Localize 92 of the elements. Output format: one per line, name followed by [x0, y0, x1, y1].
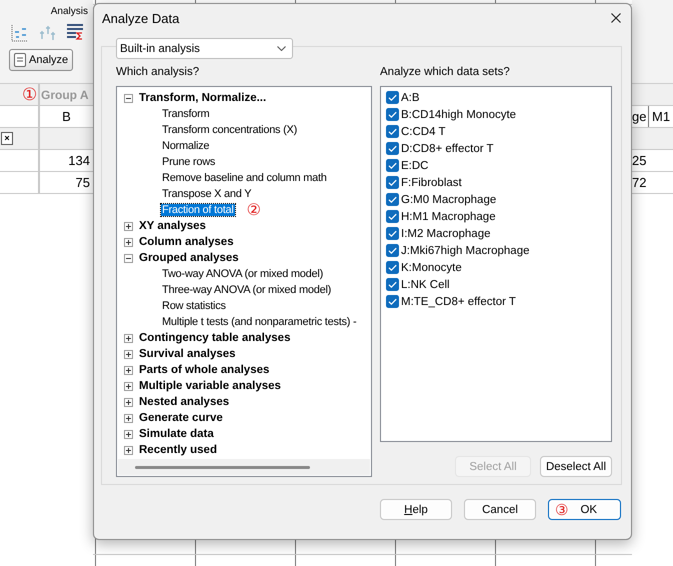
- step-number: ②: [246, 202, 261, 218]
- tree-group[interactable]: XY analyses: [139, 220, 206, 232]
- tree-group[interactable]: Column analyses: [139, 236, 234, 248]
- tree-group[interactable]: Nested analyses: [139, 396, 230, 408]
- tree-item[interactable]: Two-way ANOVA (or mixed model): [161, 268, 324, 280]
- horizontal-scrollbar[interactable]: [118, 459, 370, 475]
- clear-button[interactable]: ×: [1, 132, 13, 145]
- checkbox[interactable]: [386, 108, 399, 121]
- column-title: M1: [652, 109, 670, 124]
- tree-item[interactable]: Multiple t tests (and nonparametric tests) -: [161, 316, 358, 328]
- data-set-label: C:CD4 T: [401, 126, 446, 138]
- tree-item[interactable]: Normalize: [161, 140, 210, 152]
- checkbox[interactable]: [386, 142, 399, 155]
- analysis-type-dropdown[interactable]: Built-in analysis: [116, 38, 293, 59]
- step-number: ③: [555, 502, 568, 518]
- step-number: ①: [22, 86, 38, 104]
- data-set-label: L:NK Cell: [401, 278, 450, 290]
- close-icon: [611, 13, 621, 23]
- checkbox[interactable]: [386, 295, 399, 308]
- window-title: Analyze Data: [102, 10, 180, 26]
- checkbox[interactable]: [386, 261, 399, 274]
- checkbox[interactable]: [386, 159, 399, 172]
- data-set-label: A:B: [401, 92, 420, 104]
- data-set-label: G:M0 Macrophage: [401, 194, 496, 206]
- ok-button[interactable]: ③ OK: [548, 499, 621, 520]
- chevron-down-icon: [277, 46, 286, 51]
- analysis-tree[interactable]: [116, 86, 372, 477]
- column-title: B: [62, 109, 71, 124]
- expand-icon[interactable]: [124, 414, 133, 422]
- tree-item[interactable]: Fraction of total: [161, 204, 235, 216]
- tree-group[interactable]: Recently used: [139, 444, 217, 456]
- data-set-label: B:CD14high Monocyte: [401, 108, 516, 120]
- checkbox[interactable]: [386, 244, 399, 257]
- collapse-icon[interactable]: [124, 254, 133, 262]
- table-cell: 72: [632, 175, 646, 190]
- checkbox[interactable]: [386, 210, 399, 223]
- tree-item[interactable]: Transpose X and Y: [161, 188, 252, 200]
- tree-group[interactable]: Transform, Normalize...: [139, 92, 266, 104]
- analyze-button[interactable]: Analyze: [9, 49, 74, 71]
- tree-group[interactable]: Multiple variable analyses: [139, 380, 281, 392]
- checkbox[interactable]: [386, 278, 399, 291]
- tree-group[interactable]: Simulate data: [139, 428, 214, 440]
- sigma-table-icon: [66, 23, 84, 41]
- expand-icon[interactable]: [124, 222, 133, 230]
- cancel-button[interactable]: Cancel: [464, 499, 536, 520]
- expand-icon[interactable]: [124, 366, 133, 374]
- checkbox[interactable]: [386, 91, 399, 104]
- deselect-all-button[interactable]: Deselect All: [540, 456, 612, 477]
- expand-icon[interactable]: [124, 398, 133, 406]
- tree-group[interactable]: Survival analyses: [139, 348, 236, 360]
- section-label: Analyze which data sets?: [380, 66, 511, 79]
- help-button[interactable]: Help: [380, 499, 452, 520]
- checkbox[interactable]: [386, 193, 399, 206]
- collapse-icon[interactable]: [124, 94, 133, 102]
- table-cell: 75: [76, 175, 90, 190]
- tree-item[interactable]: Remove baseline and column math: [161, 172, 328, 184]
- close-button[interactable]: [611, 13, 621, 23]
- data-set-label: H:M1 Macrophage: [401, 210, 496, 222]
- table-cell: 134: [68, 153, 90, 168]
- tree-group[interactable]: Grouped analyses: [139, 252, 239, 264]
- expand-icon[interactable]: [124, 334, 133, 342]
- data-set-label: F:Fibroblast: [401, 176, 462, 188]
- xy-chart-icon: [10, 23, 30, 43]
- tree-item[interactable]: Transform concentrations (X): [161, 124, 298, 136]
- document-icon: [14, 53, 26, 67]
- tree-group[interactable]: Contingency table analyses: [139, 332, 290, 344]
- expand-icon[interactable]: [124, 350, 133, 358]
- data-set-label: I:M2 Macrophage: [401, 228, 490, 240]
- data-set-label: E:DC: [401, 160, 428, 172]
- tree-group[interactable]: Generate curve: [139, 412, 223, 424]
- tree-item[interactable]: Row statistics: [161, 300, 227, 312]
- checkbox[interactable]: [386, 176, 399, 189]
- tree-group[interactable]: Parts of whole analyses: [139, 364, 270, 376]
- tree-item[interactable]: Transform: [161, 108, 210, 120]
- data-set-label: J:Mki67high Macrophage: [401, 244, 530, 256]
- tree-item[interactable]: Prune rows: [161, 156, 216, 168]
- column-title: ge: [632, 109, 646, 124]
- table-cell: 25: [632, 153, 646, 168]
- checkbox[interactable]: [386, 227, 399, 240]
- group-header: Group A: [41, 88, 89, 102]
- data-set-label: D:CD8+ effector T: [401, 142, 494, 154]
- expand-icon[interactable]: [124, 382, 133, 390]
- data-set-label: M:TE_CD8+ effector T: [401, 296, 516, 308]
- data-set-label: K:Monocyte: [401, 262, 462, 274]
- expand-icon[interactable]: [124, 238, 133, 246]
- expand-icon[interactable]: [124, 430, 133, 438]
- section-label: Which analysis?: [116, 66, 200, 79]
- ribbon-group-label: Analysis: [50, 6, 88, 17]
- checkbox[interactable]: [386, 125, 399, 138]
- expand-icon[interactable]: [124, 446, 133, 454]
- tree-item[interactable]: Three-way ANOVA (or mixed model): [161, 284, 332, 296]
- t-symbols-icon: [38, 23, 58, 43]
